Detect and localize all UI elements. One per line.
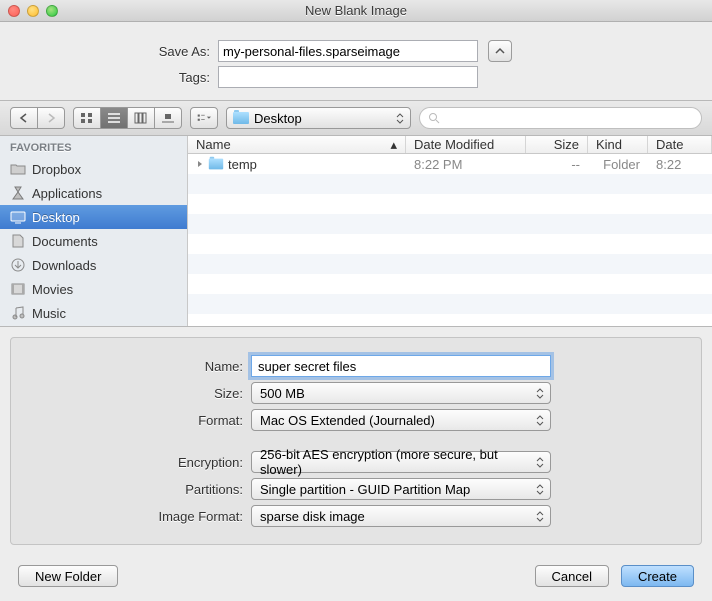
dialog-footer: New Folder Cancel Create [0,555,712,601]
chevron-up-icon [495,46,505,56]
disclosure-triangle-icon[interactable] [196,160,204,168]
updown-chevron-icon [533,481,547,497]
size-label: Size: [11,386,251,401]
coverflow-view-button[interactable] [155,107,182,129]
tags-label: Tags: [0,70,218,85]
column-view-button[interactable] [128,107,155,129]
sidebar-item-label: Downloads [32,258,96,273]
updown-chevron-icon [396,113,404,124]
encryption-label: Encryption: [11,455,251,470]
file-extra: 8:22 [648,157,712,172]
size-popup[interactable]: 500 MB [251,382,551,404]
updown-chevron-icon [533,385,547,401]
tags-input[interactable] [218,66,478,88]
list-header: Name▴ Date Modified Size Kind Date [188,136,712,154]
image-format-label: Image Format: [11,509,251,524]
updown-chevron-icon [533,508,547,524]
collapse-browser-button[interactable] [488,40,512,62]
search-icon [428,112,440,124]
movies-icon [10,281,26,297]
save-as-label: Save As: [0,44,218,59]
new-folder-button[interactable]: New Folder [18,565,118,587]
sidebar-item-label: Applications [32,186,102,201]
format-popup[interactable]: Mac OS Extended (Journaled) [251,409,551,431]
sidebar-item-label: Documents [32,234,98,249]
partitions-label: Partitions: [11,482,251,497]
search-input[interactable] [419,107,702,129]
sidebar: FAVORITES Dropbox Applications Desktop D… [0,136,188,326]
column-date-modified[interactable]: Date Modified [406,136,526,153]
image-name-input[interactable] [251,355,551,377]
back-button[interactable] [10,107,38,129]
sidebar-item-desktop[interactable]: Desktop [0,205,187,229]
encryption-popup[interactable]: 256-bit AES encryption (more secure, but… [251,451,551,473]
desktop-icon [10,209,26,225]
folder-icon [10,161,26,177]
sidebar-item-movies[interactable]: Movies [0,277,187,301]
save-as-input[interactable] [218,40,478,62]
column-name[interactable]: Name▴ [188,136,406,153]
documents-icon [10,233,26,249]
updown-chevron-icon [533,454,547,470]
column-extra[interactable]: Date [648,136,712,153]
folder-icon [233,112,249,124]
format-label: Format: [11,413,251,428]
window-titlebar: New Blank Image [0,0,712,22]
location-popup[interactable]: Desktop [226,107,411,129]
file-size: -- [526,157,588,172]
sidebar-item-downloads[interactable]: Downloads [0,253,187,277]
list-view-button[interactable] [101,107,128,129]
column-kind[interactable]: Kind [588,136,648,153]
folder-icon [209,159,223,170]
partitions-popup[interactable]: Single partition - GUID Partition Map [251,478,551,500]
location-label: Desktop [254,111,302,126]
image-format-popup[interactable]: sparse disk image [251,505,551,527]
sidebar-item-label: Dropbox [32,162,81,177]
file-list: Name▴ Date Modified Size Kind Date temp … [188,136,712,326]
file-kind: Folder [588,157,648,172]
sidebar-item-label: Music [32,306,66,321]
column-size[interactable]: Size [526,136,588,153]
sidebar-item-applications[interactable]: Applications [0,181,187,205]
cancel-button[interactable]: Cancel [535,565,609,587]
updown-chevron-icon [533,412,547,428]
sidebar-item-label: Movies [32,282,73,297]
list-body[interactable]: temp 8:22 PM -- Folder 8:22 [188,154,712,326]
arrange-button-group [190,107,218,129]
create-button[interactable]: Create [621,565,694,587]
file-date: 8:22 PM [406,157,526,172]
sort-ascending-icon: ▴ [390,137,397,153]
view-mode-buttons [73,107,182,129]
save-panel: Save As: Tags: [0,22,712,100]
forward-button[interactable] [38,107,65,129]
list-row[interactable]: temp 8:22 PM -- Folder 8:22 [188,154,712,174]
file-browser: FAVORITES Dropbox Applications Desktop D… [0,136,712,327]
image-options-panel: Name: Size: 500 MB Format: Mac OS Extend… [10,337,702,545]
sidebar-header: FAVORITES [0,136,187,157]
browser-toolbar: Desktop [0,100,712,136]
arrange-button[interactable] [190,107,218,129]
downloads-icon [10,257,26,273]
sidebar-item-dropbox[interactable]: Dropbox [0,157,187,181]
icon-view-button[interactable] [73,107,101,129]
sidebar-item-documents[interactable]: Documents [0,229,187,253]
sidebar-item-music[interactable]: Music [0,301,187,325]
file-name: temp [228,157,257,172]
sidebar-item-label: Desktop [32,210,80,225]
name-label: Name: [11,359,251,374]
window-title: New Blank Image [0,3,712,18]
music-icon [10,305,26,321]
apps-icon [10,185,26,201]
nav-buttons [10,107,65,129]
